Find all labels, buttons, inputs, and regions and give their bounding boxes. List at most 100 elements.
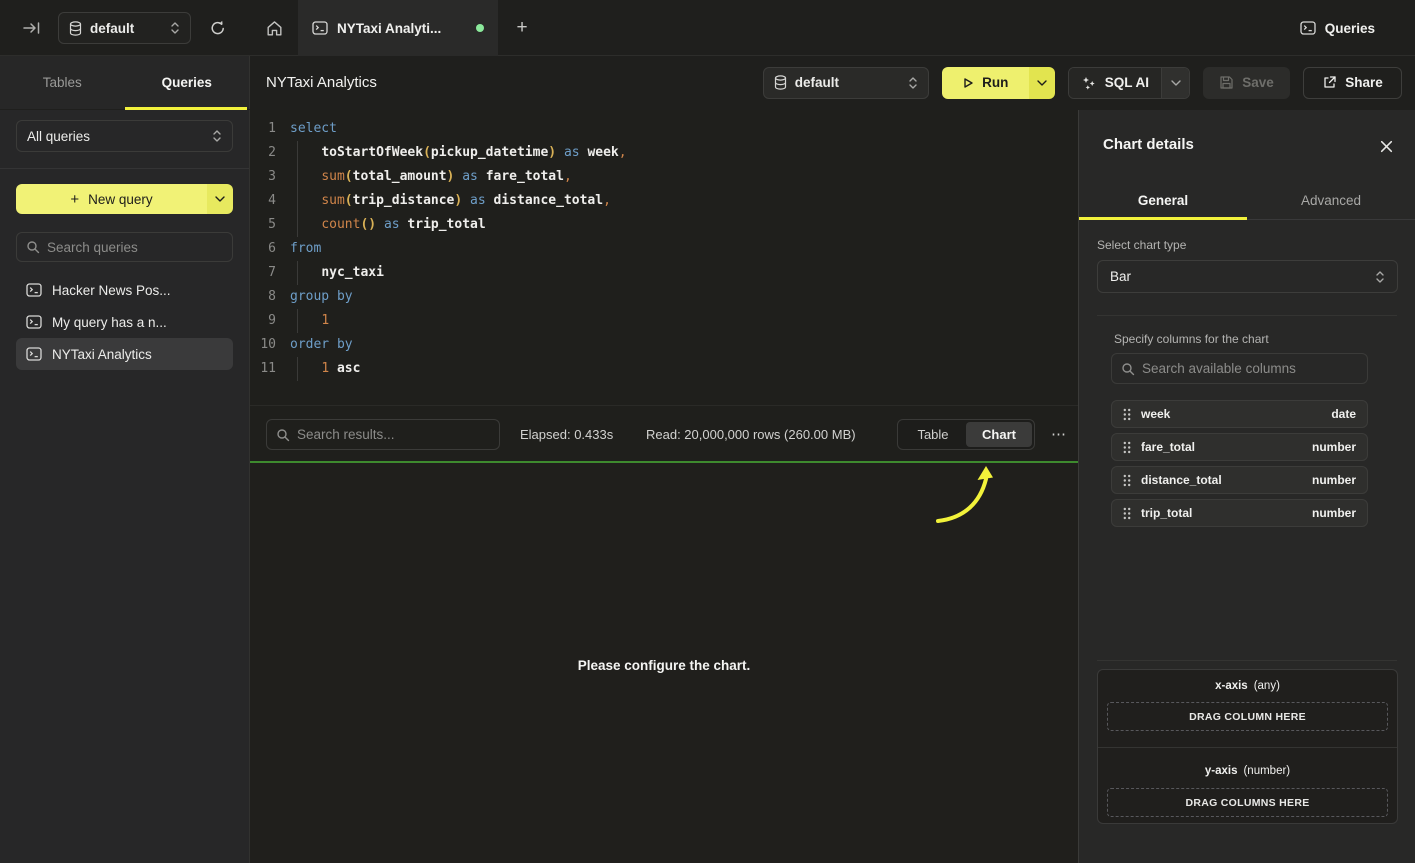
run-button-group: Run (942, 67, 1055, 99)
play-icon (962, 77, 974, 89)
drag-handle-icon[interactable] (1123, 441, 1131, 454)
line-number: 8 (258, 285, 276, 309)
sql-editor[interactable]: 1select2 toStartOfWeek(pickup_datetime) … (250, 110, 1078, 405)
database-icon (774, 75, 787, 90)
refresh-button[interactable] (207, 17, 229, 39)
run-button[interactable]: Run (942, 67, 1029, 99)
drag-handle-icon[interactable] (1123, 474, 1131, 487)
axis-config-card: x-axis(any) DRAG COLUMN HERE y-axis(numb… (1097, 669, 1398, 824)
chart-type-value: Bar (1110, 269, 1375, 284)
column-type: number (1312, 440, 1356, 454)
tab-general[interactable]: General (1079, 182, 1247, 219)
sql-ai-button[interactable]: SQL AI (1069, 68, 1161, 98)
second-row: Tables Queries NYTaxi Analytics default (0, 56, 1415, 109)
tab-nytaxi-analytics[interactable]: NYTaxi Analyti... (298, 0, 498, 56)
code-line[interactable]: 3 sum(total_amount) as fare_total, (250, 165, 1078, 189)
panel-title: Chart details (1103, 136, 1194, 153)
chart-details-panel: Chart details General Advanced Select ch… (1078, 110, 1415, 863)
save-button[interactable]: Save (1203, 67, 1290, 99)
view-tab-table[interactable]: Table (900, 422, 966, 447)
query-filter-value: All queries (27, 129, 212, 144)
column-name: distance_total (1141, 473, 1302, 487)
code-line[interactable]: 6from (250, 237, 1078, 261)
line-number: 11 (258, 357, 276, 381)
search-icon (1121, 362, 1135, 376)
column-row[interactable]: week date (1111, 400, 1368, 428)
results-more-button[interactable]: ⋯ (1047, 406, 1071, 462)
queries-shortcut-button[interactable]: Queries (1300, 0, 1375, 56)
view-tab-chart[interactable]: Chart (966, 422, 1032, 447)
sidebar-tab-tables[interactable]: Tables (0, 56, 125, 109)
chevron-updown-icon (908, 76, 918, 90)
indent-guide (297, 357, 298, 381)
home-icon (265, 19, 284, 38)
query-list-item[interactable]: My query has a n... (16, 306, 233, 338)
code-line[interactable]: 8group by (250, 285, 1078, 309)
close-panel-button[interactable] (1379, 139, 1397, 157)
code-line[interactable]: 5 count() as trip_total (250, 213, 1078, 237)
line-number: 6 (258, 237, 276, 261)
results-search-input[interactable] (297, 427, 490, 442)
new-tab-button[interactable]: + (498, 0, 546, 56)
query-item-label: My query has a n... (52, 315, 167, 330)
sidebar-tab-queries[interactable]: Queries (125, 56, 250, 109)
column-row[interactable]: fare_total number (1111, 433, 1368, 461)
code-line[interactable]: 4 sum(trip_distance) as distance_total, (250, 189, 1078, 213)
line-number: 5 (258, 213, 276, 237)
indent-guide (297, 141, 298, 165)
query-item-label: NYTaxi Analytics (52, 347, 152, 362)
tab-home[interactable] (250, 0, 298, 56)
new-query-button[interactable]: + New query (16, 184, 207, 214)
tab-advanced[interactable]: Advanced (1247, 182, 1415, 219)
toolbar-database-selector[interactable]: default (763, 67, 929, 99)
sparkles-icon (1081, 75, 1097, 91)
chart-type-select[interactable]: Bar (1097, 260, 1398, 293)
sql-ai-options-button[interactable] (1161, 68, 1189, 98)
sql-ai-button-label: SQL AI (1105, 75, 1149, 90)
refresh-icon (209, 19, 227, 37)
panel-tabs: General Advanced (1079, 182, 1415, 220)
run-options-button[interactable] (1029, 67, 1055, 99)
axis-divider (1098, 747, 1397, 748)
column-name: trip_total (1141, 506, 1302, 520)
drag-handle-icon[interactable] (1123, 408, 1131, 421)
column-row[interactable]: trip_total number (1111, 499, 1368, 527)
new-query-options-button[interactable] (207, 184, 233, 214)
x-axis-type: (any) (1254, 680, 1280, 692)
unsaved-changes-dot (476, 24, 484, 32)
query-list-item[interactable]: NYTaxi Analytics (16, 338, 233, 370)
results-bar: Elapsed: 0.433s Read: 20,000,000 rows (2… (250, 405, 1078, 463)
topbar-database-value: default (90, 21, 162, 36)
y-axis-type: (number) (1243, 765, 1290, 777)
share-button[interactable]: Share (1303, 67, 1402, 99)
save-icon (1219, 75, 1234, 90)
x-axis-drop-zone[interactable]: DRAG COLUMN HERE (1107, 702, 1388, 731)
code-line[interactable]: 11 1 asc (250, 357, 1078, 381)
columns-search-box (1111, 353, 1368, 384)
drag-handle-icon[interactable] (1123, 507, 1131, 520)
query-filter-select[interactable]: All queries (16, 120, 233, 152)
columns-search-input[interactable] (1142, 361, 1358, 376)
column-type: number (1312, 506, 1356, 520)
y-axis-drop-zone[interactable]: DRAG COLUMNS HERE (1107, 788, 1388, 817)
top-bar: default NYTaxi Analyti... + (0, 0, 1415, 56)
code-line[interactable]: 9 1 (250, 309, 1078, 333)
column-row[interactable]: distance_total number (1111, 466, 1368, 494)
code-line[interactable]: 10order by (250, 333, 1078, 357)
run-button-label: Run (982, 75, 1008, 90)
collapse-sidebar-button[interactable] (20, 17, 44, 39)
panel-divider (1097, 660, 1397, 661)
x-axis-name: x-axis (1215, 680, 1248, 692)
share-icon (1322, 75, 1337, 90)
line-number: 7 (258, 261, 276, 285)
chart-area: Please configure the chart. (250, 463, 1078, 863)
line-number: 1 (258, 117, 276, 141)
query-list-item[interactable]: Hacker News Pos... (16, 274, 233, 306)
code-line[interactable]: 1select (250, 117, 1078, 141)
code-line[interactable]: 7 nyc_taxi (250, 261, 1078, 285)
topbar-database-selector[interactable]: default (58, 12, 191, 44)
code-line[interactable]: 2 toStartOfWeek(pickup_datetime) as week… (250, 141, 1078, 165)
query-search-input[interactable] (47, 240, 223, 255)
terminal-icon (26, 347, 42, 361)
page-title: NYTaxi Analytics (266, 74, 763, 91)
